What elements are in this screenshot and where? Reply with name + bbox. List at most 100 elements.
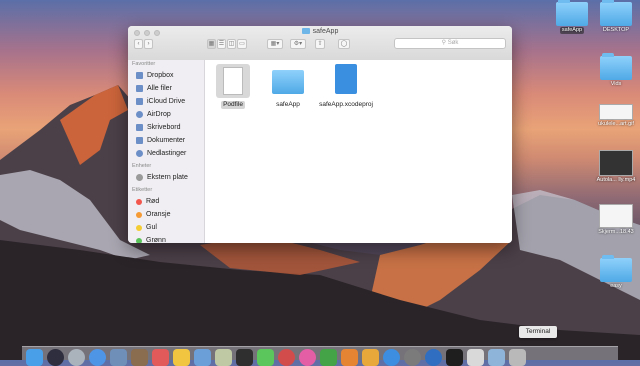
sidebar-item-airdrop[interactable]: AirDrop <box>128 108 204 121</box>
documents-icon <box>136 137 143 144</box>
sidebar-item-label: Gul <box>146 224 157 231</box>
sidebar-tag-red[interactable]: Rød <box>128 195 204 208</box>
desktop-item-label: Autola... lly.mp4 <box>596 177 636 183</box>
desktop-icon <box>136 124 143 131</box>
share-button[interactable]: ⇧ <box>315 39 325 49</box>
sidebar-item-label: Rød <box>146 198 160 205</box>
image-thumbnail-icon <box>599 104 633 120</box>
dock-app-notes[interactable] <box>152 349 169 366</box>
desktop-item-label: safeApp <box>559 27 585 34</box>
sidebar-tag-orange[interactable]: Oransje <box>128 208 204 221</box>
document-icon <box>216 64 250 98</box>
dock-app-app-store[interactable] <box>383 349 400 366</box>
folder-icon <box>556 0 588 26</box>
dock-app-downloads[interactable] <box>488 349 505 366</box>
file-label: safeApp.xcodeproj <box>319 101 373 108</box>
desktop-item-label: easy <box>610 283 622 289</box>
sidebar-item-label: Nedlastinger <box>147 150 187 157</box>
sidebar-item-label: AirDrop <box>147 111 171 118</box>
desktop-item-autola-mp4[interactable]: Autola... lly.mp4 <box>588 150 640 184</box>
dock-app-xcode[interactable] <box>425 349 442 366</box>
desktop-item-vids[interactable]: Vids <box>588 53 640 88</box>
desktop-item-label: DESKTOP <box>602 27 630 33</box>
sidebar-section-devices: Enheter <box>132 163 152 169</box>
finder-window[interactable]: safeApp ‹ › ▦ ☰ ◫ ▭ ▦▾ ⚙▾ ⇧ ◯ ⚲ Søk Favo… <box>128 26 512 243</box>
dock-app-safari[interactable] <box>68 349 85 366</box>
dock-app-photos[interactable] <box>194 349 211 366</box>
sidebar-item-all-files[interactable]: Alle filer <box>128 82 204 95</box>
dock-app-messages[interactable] <box>257 349 274 366</box>
view-icon-button[interactable]: ▦ <box>207 39 216 49</box>
sidebar-item-label: Grønn <box>146 237 166 243</box>
desktop-item-screenshot[interactable]: Skjerm...18.43 <box>588 204 640 236</box>
dock-app-imovie[interactable] <box>236 349 253 366</box>
dropbox-icon <box>136 72 143 79</box>
group-button[interactable]: ▦▾ <box>267 39 283 49</box>
dock <box>22 346 618 366</box>
search-input[interactable]: ⚲ Søk <box>394 38 506 49</box>
sidebar: Favoritter Dropbox Alle filer iCloud Dri… <box>128 60 205 243</box>
cloud-icon <box>136 98 143 105</box>
dock-app-keynote[interactable] <box>341 349 358 366</box>
search-placeholder: Søk <box>447 40 459 46</box>
file-label: safeApp <box>276 101 300 108</box>
sidebar-item-documents[interactable]: Dokumenter <box>128 134 204 147</box>
desktop-item-easy[interactable]: easy <box>588 255 640 290</box>
dock-app-contacts[interactable] <box>110 349 127 366</box>
downloads-icon <box>136 150 143 157</box>
sidebar-tag-green[interactable]: Grønn <box>128 234 204 243</box>
sidebar-item-label: Skrivebord <box>147 124 181 131</box>
dock-app-terminal[interactable] <box>446 349 463 366</box>
title-bar: safeApp ‹ › ▦ ☰ ◫ ▭ ▦▾ ⚙▾ ⇧ ◯ ⚲ Søk <box>128 26 512 61</box>
dock-app-launchpad[interactable] <box>47 349 64 366</box>
desktop-item-desktop[interactable]: DESKTOP <box>588 0 640 34</box>
dock-app-pages[interactable] <box>362 349 379 366</box>
file-item-xcodeproj[interactable]: safeApp.xcodeproj <box>311 64 381 109</box>
dock-app-reminders[interactable] <box>173 349 190 366</box>
view-gallery-button[interactable]: ▭ <box>237 39 247 49</box>
tag-color-dot <box>136 198 142 205</box>
sidebar-tag-yellow[interactable]: Gul <box>128 221 204 234</box>
video-thumbnail-icon <box>599 150 633 176</box>
dock-app-maps[interactable] <box>215 349 232 366</box>
dock-app-preview[interactable] <box>467 349 484 366</box>
folder-icon <box>272 70 304 94</box>
sidebar-item-icloud-drive[interactable]: iCloud Drive <box>128 95 204 108</box>
view-list-button[interactable]: ☰ <box>217 39 226 49</box>
sidebar-item-label: Alle filer <box>147 85 172 92</box>
desktop-item-label: Skjerm...18.43 <box>598 229 634 235</box>
dock-app-trash[interactable] <box>509 349 526 366</box>
window-title: safeApp <box>128 28 512 35</box>
sidebar-section-favorites: Favoritter <box>132 61 156 67</box>
tag-color-dot <box>136 237 142 243</box>
dock-app-system-preferences[interactable] <box>404 349 421 366</box>
dock-tooltip: Terminal <box>519 326 557 338</box>
tag-color-dot <box>136 224 142 231</box>
sidebar-item-label: iCloud Drive <box>147 98 186 105</box>
search-icon: ⚲ <box>441 40 447 46</box>
dock-app-numbers[interactable] <box>320 349 337 366</box>
sidebar-item-desktop[interactable]: Skrivebord <box>128 121 204 134</box>
sidebar-item-downloads[interactable]: Nedlastinger <box>128 147 204 160</box>
folder-icon <box>301 28 310 34</box>
back-button[interactable]: ‹ <box>134 39 143 49</box>
sidebar-item-external-disk[interactable]: Ekstern plate <box>128 171 204 184</box>
desktop-item-label: Vids <box>610 81 622 87</box>
dock-app-facetime[interactable] <box>278 349 295 366</box>
view-column-button[interactable]: ◫ <box>227 39 236 49</box>
tag-button[interactable]: ◯ <box>338 39 350 49</box>
forward-button[interactable]: › <box>144 39 153 49</box>
airdrop-icon <box>136 111 143 118</box>
sidebar-item-label: Ekstern plate <box>147 174 188 181</box>
dock-app-finder[interactable] <box>26 349 43 366</box>
desktop-item-ukulele-gif[interactable]: ukulele...art.gif <box>588 104 640 128</box>
all-files-icon <box>136 85 143 92</box>
dock-app-calendar[interactable] <box>131 349 148 366</box>
folder-icon <box>600 0 632 26</box>
dock-app-mail[interactable] <box>89 349 106 366</box>
action-gear-button[interactable]: ⚙▾ <box>290 39 306 49</box>
sidebar-item-dropbox[interactable]: Dropbox <box>128 69 204 82</box>
dock-app-itunes[interactable] <box>299 349 316 366</box>
folder-icon <box>600 53 632 80</box>
folder-icon <box>600 255 632 282</box>
